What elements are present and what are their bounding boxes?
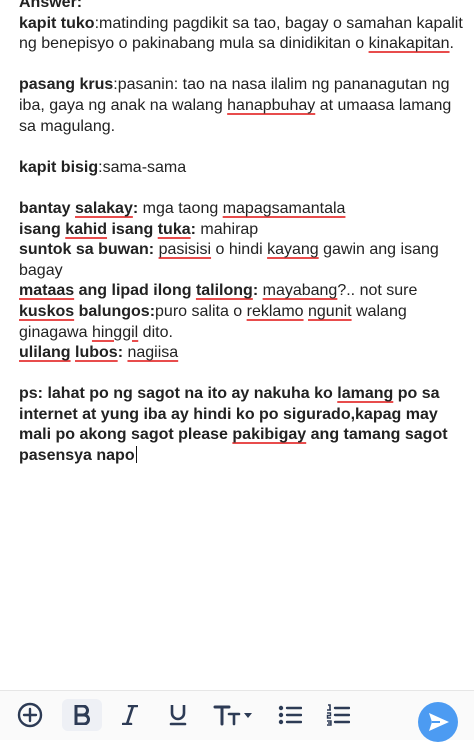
term-text: balungos: — [74, 302, 156, 320]
definition-text: mga taong — [138, 199, 223, 217]
misspelled-word[interactable]: talilong — [196, 282, 253, 299]
term-text: ang lipad ilong — [74, 282, 196, 300]
definition-text: o hindi — [211, 241, 268, 259]
misspelled-word[interactable]: kahid — [65, 221, 107, 238]
send-icon — [429, 713, 449, 731]
plus-circle-icon[interactable] — [14, 699, 46, 731]
term-text: suntok sa buwan: — [19, 241, 155, 259]
misspelled-word[interactable]: hanapbuhay — [227, 97, 315, 114]
text-cursor — [135, 446, 137, 464]
paragraph-kapit-bisig: kapit bisig:sama-sama — [19, 158, 465, 179]
ps-text: ps: lahat po ng sagot na ito ay nakuha k… — [19, 385, 338, 403]
line-ulilang-lubos: ulilang lubos: nagiisa — [19, 343, 465, 364]
term-text: bantay — [19, 199, 76, 217]
definition-text: puro salita o — [155, 302, 247, 320]
misspelled-word[interactable]: mataas — [19, 282, 74, 299]
definition-text: . — [449, 35, 454, 53]
misspelled-word[interactable]: kayang — [267, 241, 319, 258]
send-button[interactable] — [418, 702, 458, 742]
term-kapit-tuko: kapit tuko — [19, 14, 95, 32]
misspelled-word[interactable]: nagiisa — [127, 344, 178, 361]
bullet-list-icon[interactable] — [274, 699, 306, 731]
answer-editor[interactable]: Answer: kapit tuko:matinding pagdikit sa… — [19, 0, 465, 467]
term-pasang-krus: pasang krus — [19, 76, 114, 94]
term-text: isang — [107, 220, 158, 238]
definition-text: mahirap — [195, 220, 259, 238]
misspelled-word[interactable]: ulilang — [19, 344, 71, 361]
numbered-list-icon[interactable] — [322, 699, 354, 731]
misspelled-word[interactable]: hinggil — [92, 324, 138, 341]
misspelled-word[interactable]: kinakapitan — [369, 35, 450, 52]
misspelled-word[interactable]: pakibigay — [232, 426, 306, 443]
paragraph-pasang-krus: pasang krus:pasanin: tao na nasa ilalim … — [19, 75, 465, 137]
answer-header: Answer: — [19, 0, 83, 11]
paragraph-kapit-tuko: kapit tuko:matinding pagdikit sa tao, ba… — [19, 14, 465, 55]
misspelled-word[interactable]: ngunit — [308, 303, 352, 320]
misspelled-word[interactable]: mayabang — [263, 282, 338, 299]
bold-icon[interactable] — [62, 699, 102, 731]
misspelled-word[interactable]: kuskos — [19, 303, 74, 320]
formatting-toolbar — [0, 690, 474, 740]
misspelled-word[interactable]: lamang — [337, 385, 393, 402]
misspelled-word[interactable]: pasisisi — [159, 241, 211, 258]
term-text: isang — [19, 220, 66, 238]
line-kuskos-balungos: kuskos balungos:puro salita o reklamo ng… — [19, 302, 465, 343]
underline-icon[interactable] — [162, 699, 194, 731]
misspelled-word[interactable]: tuka — [158, 221, 191, 238]
misspelled-word[interactable]: mapagsamantala — [223, 200, 346, 217]
ps-note: ps: lahat po ng sagot na ito ay nakuha k… — [19, 384, 465, 466]
misspelled-word[interactable]: reklamo — [247, 303, 304, 320]
line-isang-kahid: isang kahid isang tuka: mahirap — [19, 220, 465, 241]
term-kapit-bisig: kapit bisig — [19, 158, 99, 176]
italic-icon[interactable] — [114, 699, 146, 731]
line-bantay-salakay: bantay salakay: mga taong mapagsamantala — [19, 199, 465, 220]
line-mataas-ang-lipad: mataas ang lipad ilong talilong: mayaban… — [19, 281, 465, 302]
text-size-icon[interactable] — [212, 699, 256, 731]
definition-text: dito. — [138, 323, 173, 341]
definition-text: :sama-sama — [98, 158, 187, 176]
misspelled-word[interactable]: salakay — [75, 200, 133, 217]
definition-text: ?.. not sure — [337, 282, 418, 300]
misspelled-word[interactable]: lubos — [75, 344, 118, 361]
line-suntok-sa-buwan: suntok sa buwan: pasisisi o hindi kayang… — [19, 240, 465, 281]
